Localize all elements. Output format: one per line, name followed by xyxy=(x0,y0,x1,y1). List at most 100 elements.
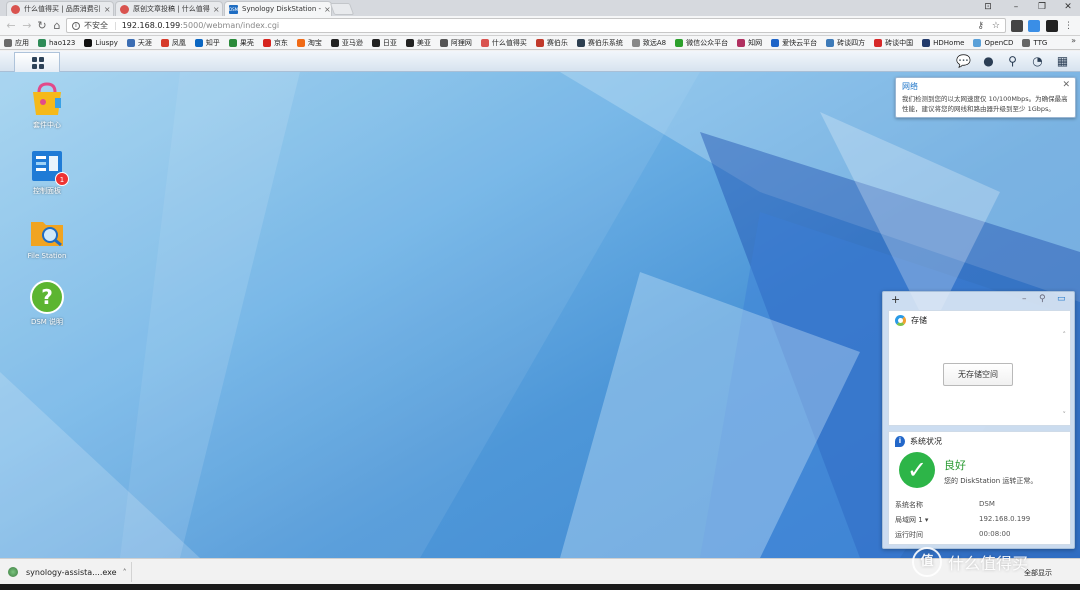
help-icon: ? xyxy=(29,279,65,315)
desktop-toggle-icon[interactable]: ▦ xyxy=(1055,54,1070,69)
bookmark-item[interactable]: hao123 xyxy=(38,38,75,47)
close-icon[interactable]: × xyxy=(101,5,111,14)
close-icon[interactable]: × xyxy=(321,5,331,14)
desktop-icon-file-station[interactable]: File Station xyxy=(15,214,79,260)
system-row[interactable]: 局域网 1 ▾ 192.168.0.199 xyxy=(895,515,1065,525)
reload-button[interactable]: ↻ xyxy=(35,19,49,33)
browser-tab-2[interactable]: 原创文章投稿 | 什么值得 × xyxy=(115,1,223,16)
bookmark-item[interactable]: 知乎 xyxy=(194,38,220,48)
desktop-icon-label: 控制面板 xyxy=(33,187,61,195)
no-storage-button[interactable]: 无存储空间 xyxy=(943,363,1013,386)
bookmark-item[interactable]: 赛伯乐系统 xyxy=(576,38,623,48)
tab-title: Synology DiskStation - xyxy=(242,5,322,13)
main-menu-button[interactable] xyxy=(14,52,60,72)
window-close-button[interactable]: ✕ xyxy=(1054,0,1080,16)
bookmark-item[interactable]: 淘宝 xyxy=(296,38,322,48)
add-widget-icon[interactable]: + xyxy=(891,293,900,306)
desktop-icon-control-panel[interactable]: 1 控制面板 xyxy=(15,148,79,196)
desktop-icon-label: File Station xyxy=(27,252,67,260)
desktop-icon-dsm-help[interactable]: ? DSM 说明 xyxy=(15,279,79,327)
bookmark-icon xyxy=(973,38,982,47)
bookmark-item[interactable]: 砖谈中国 xyxy=(874,38,913,48)
browser-tab-1[interactable]: 什么值得买 | 品质消费引 × xyxy=(6,1,114,16)
home-button[interactable]: ⌂ xyxy=(50,19,64,33)
maximize-button[interactable]: ❐ xyxy=(1028,0,1056,16)
bookmark-item[interactable]: 天涯 xyxy=(126,38,152,48)
scroll-up-icon[interactable]: ˄ xyxy=(1063,331,1067,339)
bookmark-item[interactable]: 凤凰 xyxy=(160,38,186,48)
close-icon[interactable]: ✕ xyxy=(1062,80,1070,90)
close-icon[interactable]: × xyxy=(210,5,220,14)
forward-button[interactable]: → xyxy=(20,19,34,33)
pin-icon[interactable]: ⚲ xyxy=(1039,294,1046,304)
bookmarks-overflow-button[interactable]: » xyxy=(1071,36,1076,45)
bookmark-item[interactable]: 阿狸网 xyxy=(439,38,472,48)
menu-icon[interactable]: ⋮ xyxy=(1064,20,1073,32)
chat-icon[interactable]: 💬 xyxy=(956,54,971,69)
browser-tabstrip: 什么值得买 | 品质消费引 × 原创文章投稿 | 什么值得 × DSM Syno… xyxy=(0,0,1080,16)
bookmark-label: 京东 xyxy=(273,38,288,47)
show-all-downloads-link[interactable]: 全部显示 xyxy=(1024,568,1052,578)
bookmark-icon xyxy=(826,38,835,47)
bookmark-item[interactable]: 微信公众平台 xyxy=(675,38,728,48)
bookmarks-bar: 应用 hao123 Liuspy 天涯 凤凰 知乎 果壳 京东 淘宝 亚马逊 日亚 美亚 阿狸网 什么值得… xyxy=(0,36,1080,50)
bookmark-item[interactable]: 致远A8 xyxy=(631,38,666,48)
bookmark-item[interactable]: 什么值得买 xyxy=(480,38,527,48)
bookmark-label: TTG xyxy=(1033,38,1048,47)
star-icon[interactable]: ☆ xyxy=(992,21,1000,31)
info-icon[interactable]: i xyxy=(72,21,80,30)
extension-icon[interactable] xyxy=(1028,20,1040,32)
search-icon[interactable]: ⚲ xyxy=(1005,54,1020,69)
scroll-down-icon[interactable]: ˅ xyxy=(1063,411,1067,419)
bookmark-item[interactable]: 美亚 xyxy=(405,38,431,48)
new-tab-button[interactable] xyxy=(329,3,355,15)
grid-icon xyxy=(32,57,44,69)
bookmark-item[interactable]: TTG xyxy=(1022,38,1048,47)
widget-panel: + – ⚲ ▭ 存储 ˄ 无存储空间 ˅ i 系统状况 ✓ 良好 您的 Disk… xyxy=(882,291,1075,549)
bookmark-label: 赛伯乐 xyxy=(546,38,568,47)
bookmark-item[interactable]: 爱快云平台 xyxy=(771,38,817,48)
storage-icon xyxy=(895,315,906,326)
security-label: 不安全 xyxy=(84,21,108,30)
desktop-icon-package-center[interactable]: 套件中心 xyxy=(15,82,79,130)
system-row: 运行时间 00:08:00 xyxy=(895,530,1065,540)
bookmark-item[interactable]: 果壳 xyxy=(228,38,254,48)
bookmark-item[interactable]: 应用 xyxy=(4,38,29,48)
system-row-key[interactable]: 局域网 1 ▾ xyxy=(895,515,979,525)
extension-icon[interactable] xyxy=(1046,20,1058,32)
bookmark-item[interactable]: OpenCD xyxy=(973,38,1013,47)
chevron-up-icon[interactable]: ˄ xyxy=(123,568,127,577)
bookmark-item[interactable]: 亚马逊 xyxy=(330,38,363,48)
profile-icon[interactable]: ⊡ xyxy=(974,0,1002,16)
browser-tab-3[interactable]: DSM Synology DiskStation - × xyxy=(224,1,332,16)
bookmark-item[interactable]: 京东 xyxy=(262,38,288,48)
os-taskbar xyxy=(0,584,1080,590)
bookmark-icon xyxy=(126,38,135,47)
bookmark-item[interactable]: 知网 xyxy=(737,38,762,48)
bookmark-icon xyxy=(262,38,271,47)
bookmark-item[interactable]: Liuspy xyxy=(84,38,118,47)
network-notification[interactable]: 网络 我们检测到您的以太网速度仅 10/100Mbps。为确保最高性能，建议将您… xyxy=(895,77,1076,118)
bookmark-item[interactable]: HDHome xyxy=(922,38,964,47)
bookmark-icon xyxy=(737,38,746,47)
storage-title: 存储 xyxy=(911,316,927,325)
address-bar[interactable]: i 不安全 | 192.168.0.199 :5000/webman/index… xyxy=(66,18,1006,33)
widget-toolbar: + – ⚲ ▭ xyxy=(883,292,1074,309)
collapse-icon[interactable]: ▭ xyxy=(1057,294,1066,304)
dsm-taskbar: 💬 ● ⚲ ◔ ▦ xyxy=(0,51,1080,72)
widget-icon[interactable]: ◔ xyxy=(1030,54,1045,69)
extension-icon[interactable] xyxy=(1011,20,1023,32)
bookmark-icon xyxy=(194,38,203,47)
bookmark-label: 天涯 xyxy=(137,38,152,47)
back-button[interactable]: ← xyxy=(4,19,18,33)
user-icon[interactable]: ● xyxy=(981,54,996,69)
download-item[interactable]: synology-assista....exe ˄ xyxy=(8,563,128,581)
minimize-button[interactable]: – xyxy=(1002,0,1030,16)
bookmark-item[interactable]: 砖谈四方 xyxy=(826,38,865,48)
minimize-icon[interactable]: – xyxy=(1022,294,1027,304)
bookmark-item[interactable]: 赛伯乐 xyxy=(535,38,568,48)
url-host: 192.168.0.199 xyxy=(121,21,181,30)
tab-title: 什么值得买 | 品质消费引 xyxy=(24,5,101,13)
bookmark-item[interactable]: 日亚 xyxy=(371,38,397,48)
key-icon[interactable]: ⚷ xyxy=(977,21,984,31)
